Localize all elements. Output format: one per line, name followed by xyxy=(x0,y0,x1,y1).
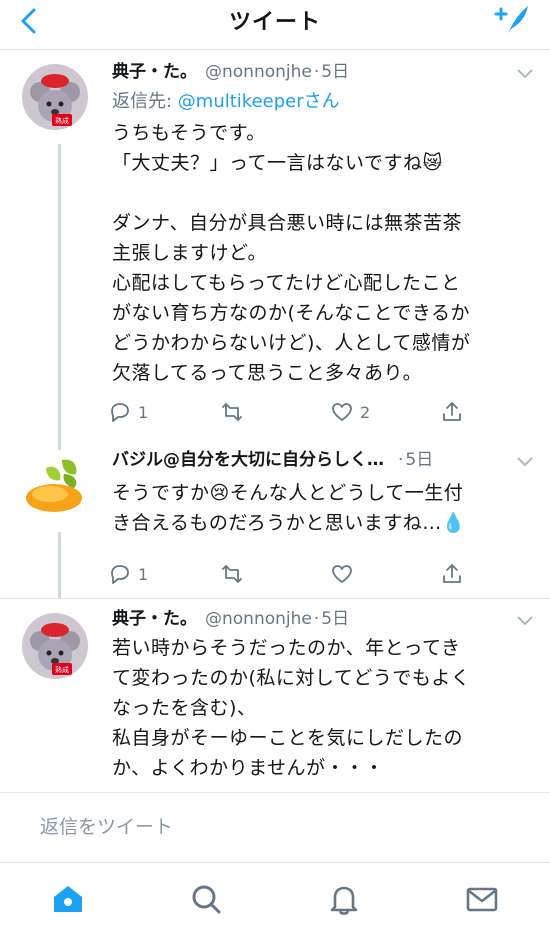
reply-mention[interactable]: @multikeeper xyxy=(178,91,304,112)
reply-count: 1 xyxy=(138,564,149,584)
tweet-text-line: うちもそうです。 xyxy=(112,122,266,144)
like-button[interactable] xyxy=(330,560,354,588)
retweet-button[interactable] xyxy=(220,560,244,588)
avatar-koala-image: 熟成 xyxy=(22,64,88,130)
tweet-actions: 1 xyxy=(108,560,488,588)
tweet-text: うちもそうです。 「大丈夫？」って一言はないですね😿 ダンナ、自分が具合悪い時に… xyxy=(112,118,532,388)
reply-context: 返信先: @multikeeperさん xyxy=(112,90,340,114)
separator-dot: · xyxy=(313,609,320,629)
separator-dot: · xyxy=(313,62,320,82)
avatar[interactable] xyxy=(22,452,88,518)
share-icon xyxy=(443,402,461,421)
author-handle[interactable]: @nonnonjhe xyxy=(205,609,312,629)
reply-input[interactable] xyxy=(22,800,528,854)
tweet-text-line: 若い時からそうだったのか、年とってき xyxy=(112,637,461,659)
page-title: ツイート xyxy=(228,10,321,35)
notifications-icon[interactable] xyxy=(326,881,362,917)
reply-button[interactable]: 1 xyxy=(108,560,148,588)
tweet-text-line: そうですか😢そんな人とどうして一生付 xyxy=(112,482,464,504)
tweet-text-line: き合えるものだろうかと思いますね…💧 xyxy=(112,512,466,534)
tweet-text-line: 欠落してるって思うこと多々あり。 xyxy=(112,362,423,384)
bottom-tab-bar xyxy=(0,862,550,928)
retweet-icon xyxy=(222,403,242,421)
separator-dot: · xyxy=(398,450,404,470)
tweet-text-line xyxy=(112,178,532,208)
retweet-icon xyxy=(222,565,242,583)
tweet-header: 典子・た。 @nonnonjhe · 5日 xyxy=(112,60,530,84)
divider xyxy=(0,792,550,793)
tweet[interactable]: 熟成 典子・た。 @nonnonjhe · 5日 若い時からそうだったのか、年とってき… xyxy=(0,599,550,789)
reply-icon xyxy=(111,403,129,422)
heart-icon xyxy=(332,565,352,583)
tweet-text-line: か、よくわかりませんが・・・ xyxy=(112,757,385,779)
svg-text:熟成: 熟成 xyxy=(55,665,69,674)
author-name[interactable]: 典子・た。 xyxy=(112,609,197,629)
messages-icon[interactable] xyxy=(464,881,500,917)
top-bar: ツイート xyxy=(0,0,550,50)
chevron-down-icon[interactable] xyxy=(516,615,534,627)
thread-line xyxy=(58,144,61,438)
tweet-text: 若い時からそうだったのか、年とってき て変わったのか(私に対してどうでもよく な… xyxy=(112,633,532,783)
avatar-basil-image xyxy=(22,452,88,518)
svg-text:熟成: 熟成 xyxy=(55,116,69,125)
heart-icon xyxy=(332,403,352,421)
home-icon[interactable] xyxy=(50,881,86,917)
author-name[interactable]: バジル@自分を大切に自分らしく… xyxy=(112,450,384,470)
share-icon xyxy=(443,564,461,583)
reply-composer xyxy=(22,800,528,854)
reply-suffix: さん xyxy=(303,91,340,112)
timestamp: 5日 xyxy=(321,62,350,82)
avatar[interactable]: 熟成 xyxy=(22,64,88,130)
tweet-text-line: どうかわからないけど)、人として感情が xyxy=(112,332,471,354)
tweet-actions: 1 2 xyxy=(108,398,488,426)
like-button[interactable]: 2 xyxy=(330,398,370,426)
tweet-text: そうですか😢そんな人とどうして一生付 き合えるものだろうかと思いますね…💧 xyxy=(112,478,532,538)
tweet[interactable]: 熟成 典子・た。 @nonnonjhe · 5日 返信先: @multikeeperさ… xyxy=(0,50,550,438)
tweet-text-line: がない育ち方なのか(そんなことできるか xyxy=(112,302,470,324)
thread-line xyxy=(58,438,61,450)
timestamp: 5日 xyxy=(405,450,434,470)
reply-prefix: 返信先: xyxy=(112,91,178,112)
author-name[interactable]: 典子・た。 xyxy=(112,62,197,82)
share-button[interactable] xyxy=(440,560,464,588)
tweet-text-line: 心配はしてもらってたけど心配したこと xyxy=(112,272,461,294)
retweet-button[interactable] xyxy=(220,398,244,426)
reply-icon xyxy=(111,565,129,584)
compose-tweet-icon[interactable] xyxy=(494,2,530,38)
tweet-text-line: ダンナ、自分が具合悪い時には無茶苦茶 xyxy=(112,212,463,234)
reply-count: 1 xyxy=(138,402,149,422)
search-icon[interactable] xyxy=(188,881,224,917)
avatar[interactable]: 熟成 xyxy=(22,613,88,679)
tweet[interactable]: バジル@自分を大切に自分らしく… · 5日 そうですか😢そんな人とどうして一生付 き… xyxy=(0,438,550,598)
chevron-down-icon[interactable] xyxy=(516,456,534,468)
timestamp: 5日 xyxy=(321,609,350,629)
tweet-text-line: なったを含む)、 xyxy=(112,697,257,719)
tweet-header: バジル@自分を大切に自分らしく… · 5日 xyxy=(112,448,530,472)
tweet-text-line: 私自身がそーゆーことを気にしだしたの xyxy=(112,727,464,749)
reply-button[interactable]: 1 xyxy=(108,398,148,426)
chevron-down-icon[interactable] xyxy=(516,68,534,80)
like-count: 2 xyxy=(360,402,371,422)
avatar-koala-image: 熟成 xyxy=(22,613,88,679)
tweet-text-line: 「大丈夫？」って一言はないですね😿 xyxy=(112,152,443,174)
thread-line xyxy=(58,532,61,598)
author-handle[interactable]: @nonnonjhe xyxy=(205,62,312,82)
tweet-text-line: て変わったのか(私に対してどうでもよく xyxy=(112,667,471,689)
share-button[interactable] xyxy=(440,398,464,426)
tweet-header: 典子・た。 @nonnonjhe · 5日 xyxy=(112,607,530,631)
tweet-text-line: 主張しますけど。 xyxy=(112,242,268,264)
